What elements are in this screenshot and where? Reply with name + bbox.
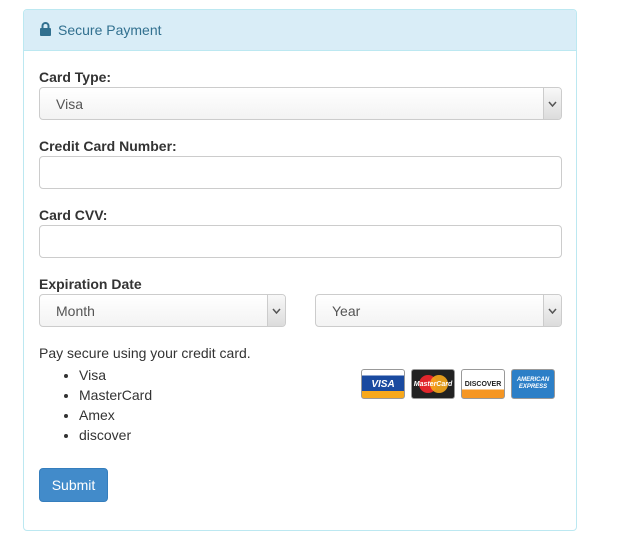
card-type-label: Card Type: <box>39 69 112 85</box>
payment-info: Pay secure using your credit card. Visa … <box>39 345 251 445</box>
card-logos: VISA MasterCard DISCOVER AMERICAN EXPRES… <box>361 369 555 399</box>
mastercard-logo-icon: MasterCard <box>411 369 455 399</box>
chevron-down-icon[interactable] <box>267 295 285 326</box>
list-item: Visa <box>79 365 251 385</box>
accepted-cards-list: Visa MasterCard Amex discover <box>39 365 251 445</box>
lock-icon <box>40 22 51 36</box>
month-value: Month <box>56 302 95 319</box>
panel-body: Card Type: Visa Credit Card Number: Card… <box>24 51 576 530</box>
card-number-label: Credit Card Number: <box>39 138 177 154</box>
chevron-down-icon[interactable] <box>543 295 561 326</box>
expiration-year-select[interactable]: Year <box>315 294 562 327</box>
list-item: MasterCard <box>79 385 251 405</box>
card-cvv-label: Card CVV: <box>39 207 108 223</box>
year-value: Year <box>332 302 361 319</box>
info-text: Pay secure using your credit card. <box>39 345 251 361</box>
discover-logo-icon: DISCOVER <box>461 369 505 399</box>
payment-panel: Secure Payment Card Type: Visa Credit Ca… <box>23 9 577 531</box>
card-cvv-input[interactable] <box>39 225 562 258</box>
expiration-month-select[interactable]: Month <box>39 294 286 327</box>
amex-logo-icon: AMERICAN EXPRESS <box>511 369 555 399</box>
submit-button[interactable]: Submit <box>39 468 108 502</box>
card-type-select[interactable]: Visa <box>39 87 562 120</box>
list-item: discover <box>79 425 251 445</box>
panel-heading: Secure Payment <box>24 10 576 51</box>
card-type-value: Visa <box>56 95 83 112</box>
expiration-label: Expiration Date <box>39 276 142 292</box>
card-number-input[interactable] <box>39 156 562 189</box>
list-item: Amex <box>79 405 251 425</box>
visa-logo-icon: VISA <box>361 369 405 399</box>
chevron-down-icon[interactable] <box>543 88 561 119</box>
panel-title: Secure Payment <box>58 22 162 38</box>
